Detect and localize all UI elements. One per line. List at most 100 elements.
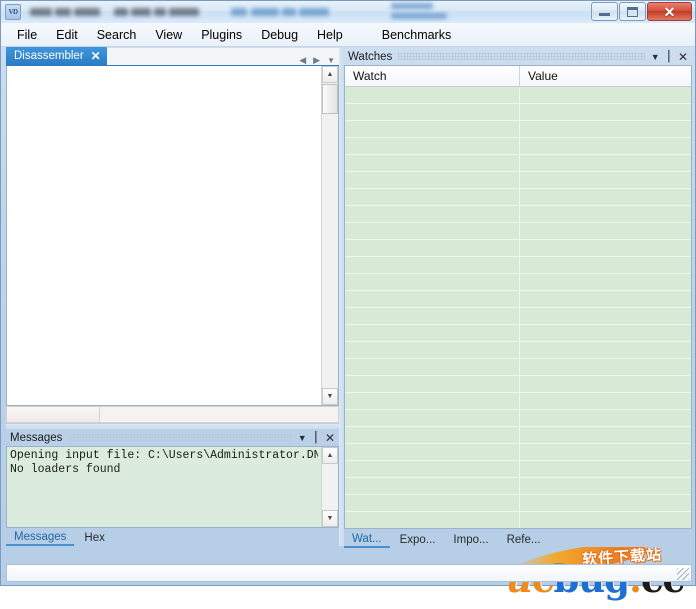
tab-list-chevron-down-icon[interactable]: ▼ bbox=[327, 57, 335, 65]
table-row[interactable] bbox=[345, 87, 691, 104]
cell-value[interactable] bbox=[520, 359, 691, 375]
cell-watch[interactable] bbox=[345, 444, 520, 460]
cell-watch[interactable] bbox=[345, 478, 520, 494]
scroll-down-icon[interactable]: ▼ bbox=[322, 388, 338, 405]
cell-watch[interactable] bbox=[345, 274, 520, 290]
cell-value[interactable] bbox=[520, 189, 691, 205]
cell-watch[interactable] bbox=[345, 376, 520, 392]
scroll-up-icon[interactable]: ▲ bbox=[322, 447, 338, 464]
messages-chevron-down-icon[interactable]: ▼ bbox=[298, 433, 307, 443]
cell-value[interactable] bbox=[520, 410, 691, 426]
menu-item-file[interactable]: File bbox=[8, 25, 46, 45]
cell-watch[interactable] bbox=[345, 155, 520, 171]
table-row[interactable] bbox=[345, 240, 691, 257]
watches-chevron-down-icon[interactable]: ▼ bbox=[651, 52, 660, 62]
table-row[interactable] bbox=[345, 223, 691, 240]
scroll-up-icon[interactable]: ▲ bbox=[322, 66, 338, 83]
cell-value[interactable] bbox=[520, 121, 691, 137]
cell-value[interactable] bbox=[520, 138, 691, 154]
cell-value[interactable] bbox=[520, 104, 691, 120]
watches-row-list[interactable] bbox=[345, 87, 691, 528]
cell-watch[interactable] bbox=[345, 393, 520, 409]
tab-close-icon[interactable]: ✕ bbox=[91, 50, 101, 62]
scroll-thumb-horizontal[interactable] bbox=[7, 407, 100, 422]
tab-prev-icon[interactable]: ◀ bbox=[299, 56, 306, 65]
cell-value[interactable] bbox=[520, 393, 691, 409]
table-row[interactable] bbox=[345, 342, 691, 359]
table-row[interactable] bbox=[345, 444, 691, 461]
tab-references[interactable]: Refe... bbox=[499, 533, 549, 547]
tab-messages[interactable]: Messages bbox=[6, 530, 74, 546]
cell-value[interactable] bbox=[520, 87, 691, 103]
disassembler-canvas[interactable] bbox=[7, 66, 321, 404]
cell-watch[interactable] bbox=[345, 87, 520, 103]
table-row[interactable] bbox=[345, 274, 691, 291]
dock-gripper[interactable] bbox=[398, 53, 644, 60]
tab-watches[interactable]: Wat... bbox=[344, 532, 390, 548]
table-row[interactable] bbox=[345, 206, 691, 223]
watches-pin-icon[interactable]: ⏐ bbox=[666, 52, 672, 62]
menu-item-plugins[interactable]: Plugins bbox=[192, 25, 251, 45]
cell-value[interactable] bbox=[520, 461, 691, 477]
cell-watch[interactable] bbox=[345, 172, 520, 188]
cell-watch[interactable] bbox=[345, 342, 520, 358]
cell-watch[interactable] bbox=[345, 121, 520, 137]
cell-watch[interactable] bbox=[345, 223, 520, 239]
messages-vertical-scrollbar[interactable]: ▲ ▼ bbox=[321, 447, 338, 527]
scroll-down-icon[interactable]: ▼ bbox=[322, 510, 338, 527]
table-row[interactable] bbox=[345, 325, 691, 342]
app-icon[interactable]: VD bbox=[5, 4, 21, 20]
messages-pin-icon[interactable]: ⏐ bbox=[313, 433, 319, 443]
table-row[interactable] bbox=[345, 172, 691, 189]
cell-value[interactable] bbox=[520, 512, 691, 528]
cell-value[interactable] bbox=[520, 495, 691, 511]
cell-watch[interactable] bbox=[345, 461, 520, 477]
cell-watch[interactable] bbox=[345, 410, 520, 426]
cell-watch[interactable] bbox=[345, 359, 520, 375]
disassembler-horizontal-scrollbar[interactable] bbox=[6, 406, 339, 423]
menu-item-benchmarks[interactable]: Benchmarks bbox=[373, 25, 460, 45]
cell-watch[interactable] bbox=[345, 257, 520, 273]
tab-exports[interactable]: Expo... bbox=[392, 533, 444, 547]
cell-value[interactable] bbox=[520, 342, 691, 358]
menu-item-help[interactable]: Help bbox=[308, 25, 352, 45]
table-row[interactable] bbox=[345, 427, 691, 444]
table-row[interactable] bbox=[345, 189, 691, 206]
cell-value[interactable] bbox=[520, 240, 691, 256]
cell-watch[interactable] bbox=[345, 206, 520, 222]
table-row[interactable] bbox=[345, 478, 691, 495]
table-row[interactable] bbox=[345, 121, 691, 138]
table-row[interactable] bbox=[345, 104, 691, 121]
table-row[interactable] bbox=[345, 512, 691, 528]
table-row[interactable] bbox=[345, 495, 691, 512]
tab-next-icon[interactable]: ▶ bbox=[313, 56, 320, 65]
disassembler-vertical-scrollbar[interactable]: ▲ ▼ bbox=[321, 66, 338, 405]
close-button[interactable]: ✕ bbox=[647, 2, 692, 21]
cell-watch[interactable] bbox=[345, 291, 520, 307]
cell-watch[interactable] bbox=[345, 138, 520, 154]
tab-imports[interactable]: Impo... bbox=[445, 533, 496, 547]
table-row[interactable] bbox=[345, 376, 691, 393]
cell-value[interactable] bbox=[520, 427, 691, 443]
cell-watch[interactable] bbox=[345, 325, 520, 341]
column-header-value[interactable]: Value bbox=[520, 66, 691, 86]
table-row[interactable] bbox=[345, 410, 691, 427]
table-row[interactable] bbox=[345, 291, 691, 308]
cell-value[interactable] bbox=[520, 274, 691, 290]
tab-disassembler[interactable]: Disassembler ✕ bbox=[6, 47, 107, 65]
cell-value[interactable] bbox=[520, 376, 691, 392]
cell-watch[interactable] bbox=[345, 512, 520, 528]
tab-hex[interactable]: Hex bbox=[76, 531, 112, 545]
cell-value[interactable] bbox=[520, 444, 691, 460]
maximize-button[interactable] bbox=[619, 2, 646, 21]
cell-value[interactable] bbox=[520, 155, 691, 171]
table-row[interactable] bbox=[345, 393, 691, 410]
cell-watch[interactable] bbox=[345, 427, 520, 443]
messages-close-icon[interactable]: ✕ bbox=[325, 433, 335, 443]
minimize-button[interactable] bbox=[591, 2, 618, 21]
cell-value[interactable] bbox=[520, 206, 691, 222]
scroll-thumb[interactable] bbox=[322, 84, 338, 114]
table-row[interactable] bbox=[345, 308, 691, 325]
cell-watch[interactable] bbox=[345, 495, 520, 511]
resize-grip[interactable] bbox=[677, 568, 689, 580]
